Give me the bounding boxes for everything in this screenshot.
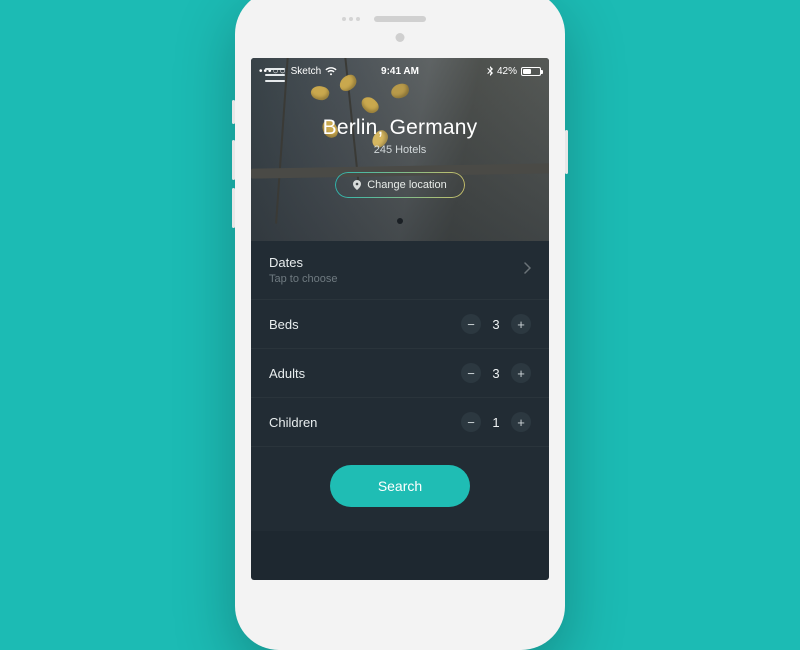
chevron-right-icon	[524, 261, 531, 279]
phone-side-button	[565, 130, 568, 174]
beds-label: Beds	[269, 317, 299, 332]
carrier-label: Sketch	[291, 66, 322, 77]
phone-side-button	[232, 188, 235, 228]
status-time: 9:41 AM	[381, 66, 419, 77]
adults-value: 3	[491, 366, 501, 381]
menu-button[interactable]	[265, 68, 285, 82]
phone-speaker	[374, 16, 426, 22]
adults-minus-button[interactable]: −	[461, 363, 481, 383]
hotel-count: 245 Hotels	[374, 144, 427, 156]
dates-row[interactable]: Dates Tap to choose	[251, 241, 549, 300]
children-plus-button[interactable]: +	[511, 412, 531, 432]
battery-percent: 42%	[497, 66, 517, 77]
wifi-icon	[325, 67, 337, 76]
children-label: Children	[269, 415, 317, 430]
battery-icon	[521, 67, 541, 76]
change-location-label: Change location	[367, 179, 447, 191]
adults-row: Adults − 3 +	[251, 349, 549, 398]
status-bar: •••○○ Sketch 9:41 AM 42%	[251, 62, 549, 80]
pin-icon	[353, 180, 361, 190]
children-value: 1	[491, 415, 501, 430]
beds-row: Beds − 3 +	[251, 300, 549, 349]
change-location-button[interactable]: Change location	[335, 172, 465, 198]
dates-hint: Tap to choose	[269, 273, 338, 285]
bluetooth-icon	[487, 66, 493, 76]
phone-side-button	[232, 140, 235, 180]
search-button[interactable]: Search	[330, 465, 470, 507]
proximity-sensor	[342, 17, 360, 21]
adults-plus-button[interactable]: +	[511, 363, 531, 383]
phone-frame: •••○○ Sketch 9:41 AM 42%	[235, 0, 565, 650]
phone-side-button	[232, 100, 235, 124]
app-screen: •••○○ Sketch 9:41 AM 42%	[251, 58, 549, 580]
search-panel: Dates Tap to choose Beds − 3 + Adults −	[251, 241, 549, 531]
children-row: Children − 1 +	[251, 398, 549, 447]
pager-dot	[397, 218, 403, 224]
adults-stepper: − 3 +	[461, 363, 531, 383]
beds-value: 3	[491, 317, 501, 332]
beds-stepper: − 3 +	[461, 314, 531, 334]
children-minus-button[interactable]: −	[461, 412, 481, 432]
location-title: Berlin, Germany	[323, 116, 478, 140]
phone-camera	[396, 33, 405, 42]
beds-plus-button[interactable]: +	[511, 314, 531, 334]
children-stepper: − 1 +	[461, 412, 531, 432]
beds-minus-button[interactable]: −	[461, 314, 481, 334]
adults-label: Adults	[269, 366, 305, 381]
dates-label: Dates	[269, 255, 338, 270]
hero-section: •••○○ Sketch 9:41 AM 42%	[251, 58, 549, 241]
